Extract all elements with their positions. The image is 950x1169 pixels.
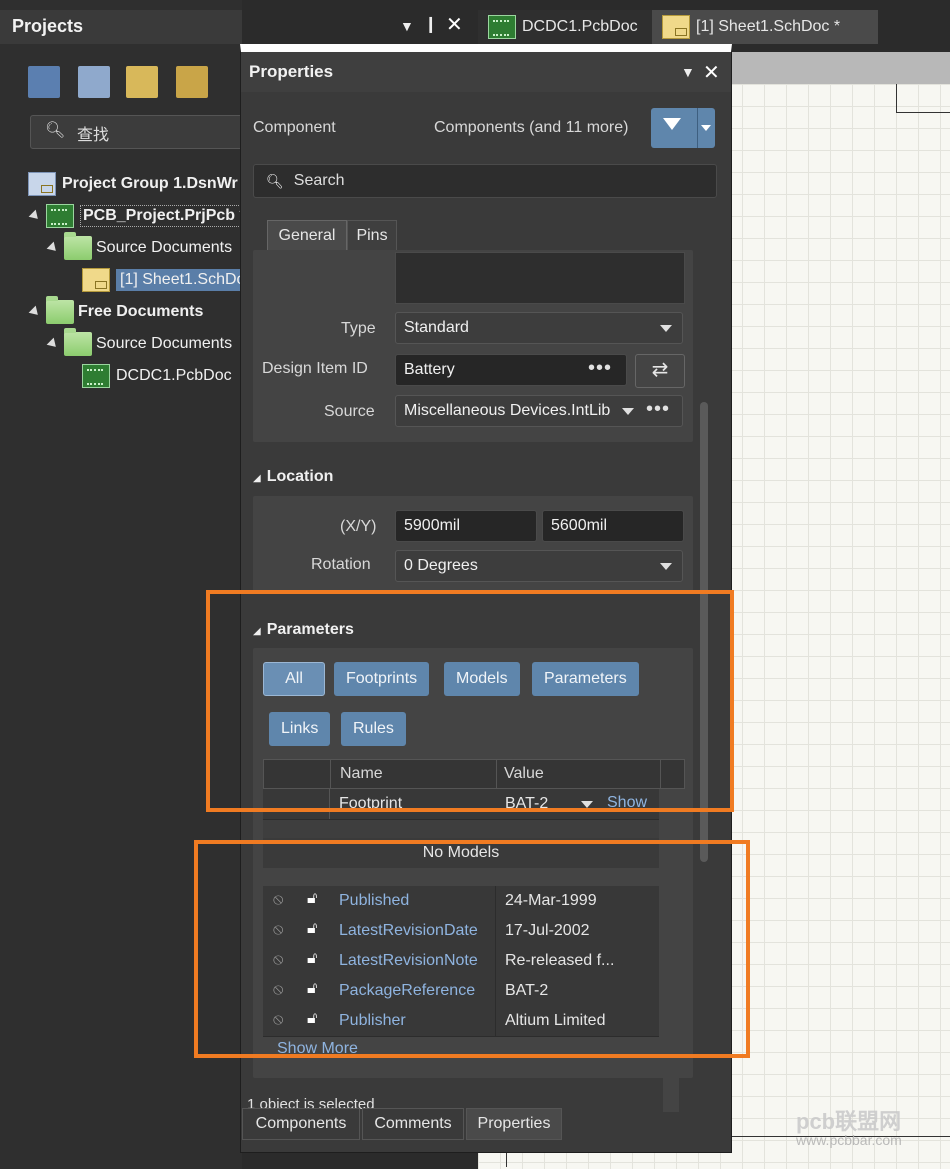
tree-item-dcdc1-pcbdoc[interactable]: DCDC1.PcbDoc (82, 362, 232, 390)
schematic-doc-icon (662, 15, 690, 39)
source-select[interactable]: Miscellaneous Devices.IntLib ••• (395, 395, 683, 427)
location-title[interactable]: ◢ Location (253, 468, 333, 486)
projects-title: Projects (12, 16, 84, 36)
component-label: Component (253, 119, 336, 136)
expand-icon[interactable] (46, 241, 60, 255)
close-icon[interactable]: ✕ (446, 12, 463, 37)
design-item-input[interactable]: Battery ••• (395, 354, 627, 386)
filter-button[interactable] (651, 108, 715, 148)
folder-settings-icon[interactable] (176, 66, 208, 98)
search-placeholder: Search (293, 172, 345, 189)
sheet-border-zone (896, 84, 950, 113)
properties-search-input[interactable]: 🔍︎ Search (253, 164, 717, 198)
pcb-doc-icon (488, 15, 516, 39)
tab-label: DCDC1.PcbDoc (522, 18, 638, 35)
close-icon[interactable]: ✕ (703, 60, 720, 85)
search-icon: 🔍︎ (45, 122, 66, 139)
tab-sheet1-schdoc[interactable]: [1] Sheet1.SchDoc * (652, 10, 878, 44)
tab-pins[interactable]: Pins (347, 220, 397, 251)
folder-search-icon[interactable] (126, 66, 158, 98)
source-label: Source (324, 403, 375, 420)
type-select[interactable]: Standard (395, 312, 683, 344)
description-field[interactable] (395, 252, 685, 304)
tab-dcdc1-pcbdoc[interactable]: DCDC1.PcbDoc (478, 10, 670, 44)
chevron-down-icon (701, 125, 711, 131)
highlight-box-parameters (206, 590, 734, 812)
filter-icon (663, 118, 681, 130)
rotation-label: Rotation (311, 556, 371, 573)
panel-menu-icon[interactable]: ▼ (400, 18, 414, 34)
tree-item-source-documents[interactable]: Source Documents (46, 232, 233, 262)
tab-general[interactable]: General (267, 220, 347, 251)
y-input[interactable]: 5600mil (542, 510, 684, 542)
watermark-url: www.pcbbar.com (796, 1132, 902, 1148)
projects-search-input[interactable]: 🔍︎ 查找 (30, 115, 244, 149)
x-input[interactable]: 5900mil (395, 510, 537, 542)
projects-toolbar (20, 60, 242, 100)
more-icon[interactable]: ••• (646, 398, 670, 421)
tree-item-label: Free Documents (78, 303, 204, 320)
expand-icon[interactable] (28, 305, 42, 319)
swap-icon: ⇄ (651, 359, 669, 381)
copy-icon[interactable] (78, 66, 110, 98)
tree-item-sheet1-schdoc[interactable]: [1] Sheet1.SchDoc (82, 266, 258, 294)
project-group-icon (28, 172, 56, 196)
tree-item-label: Source Documents (96, 239, 233, 256)
tab-comments[interactable]: Comments (362, 1108, 464, 1140)
chevron-down-icon (622, 408, 634, 415)
panel-menu-icon[interactable]: ▼ (681, 64, 695, 80)
save-icon[interactable] (28, 66, 60, 98)
tree-item-pcb-project[interactable]: PCB_Project.PrjPcb * (28, 202, 249, 230)
tree-item-free-source-documents[interactable]: Source Documents (46, 328, 233, 358)
tree-item-label: [1] Sheet1.SchDoc (116, 269, 258, 291)
collapse-icon: ◢ (253, 473, 261, 484)
pcb-project-icon (46, 204, 74, 228)
swap-button[interactable]: ⇄ (635, 354, 685, 388)
tab-properties[interactable]: Properties (466, 1108, 562, 1140)
design-item-label: Design Item ID (262, 360, 368, 377)
properties-title: Properties (249, 62, 334, 81)
tree-item-free-documents[interactable]: Free Documents (28, 296, 204, 326)
tree-item-project-group[interactable]: Project Group 1.DsnWr (28, 170, 238, 198)
search-icon: 🔍︎ (266, 172, 284, 189)
tab-components[interactable]: Components (242, 1108, 360, 1140)
folder-icon (64, 328, 92, 356)
properties-title-bar: Properties ▼ ✕ (241, 52, 731, 92)
folder-icon (64, 232, 92, 260)
pcb-doc-icon (82, 364, 110, 388)
filter-label: Components (and 11 more) (434, 119, 629, 136)
schematic-doc-icon (82, 268, 110, 292)
expand-icon[interactable] (46, 337, 60, 351)
tab-label: [1] Sheet1.SchDoc * (696, 18, 841, 35)
highlight-box-param-list (194, 840, 750, 1058)
tree-item-label: Project Group 1.DsnWr (62, 175, 238, 192)
chevron-down-icon (660, 563, 672, 570)
expand-icon[interactable] (28, 209, 42, 223)
type-label: Type (341, 320, 376, 337)
folder-icon (46, 296, 74, 324)
chevron-down-icon (660, 325, 672, 332)
projects-search-placeholder: 查找 (77, 127, 110, 144)
xy-label: (X/Y) (340, 518, 377, 535)
projects-title-bar: Projects (0, 10, 242, 44)
pin-icon[interactable]: ❙ (424, 14, 437, 34)
rotation-select[interactable]: 0 Degrees (395, 550, 683, 582)
tree-item-label: Source Documents (96, 335, 233, 352)
more-icon[interactable]: ••• (588, 357, 612, 380)
tree-item-label: PCB_Project.PrjPcb * (80, 205, 249, 227)
tree-item-label: DCDC1.PcbDoc (116, 367, 232, 384)
